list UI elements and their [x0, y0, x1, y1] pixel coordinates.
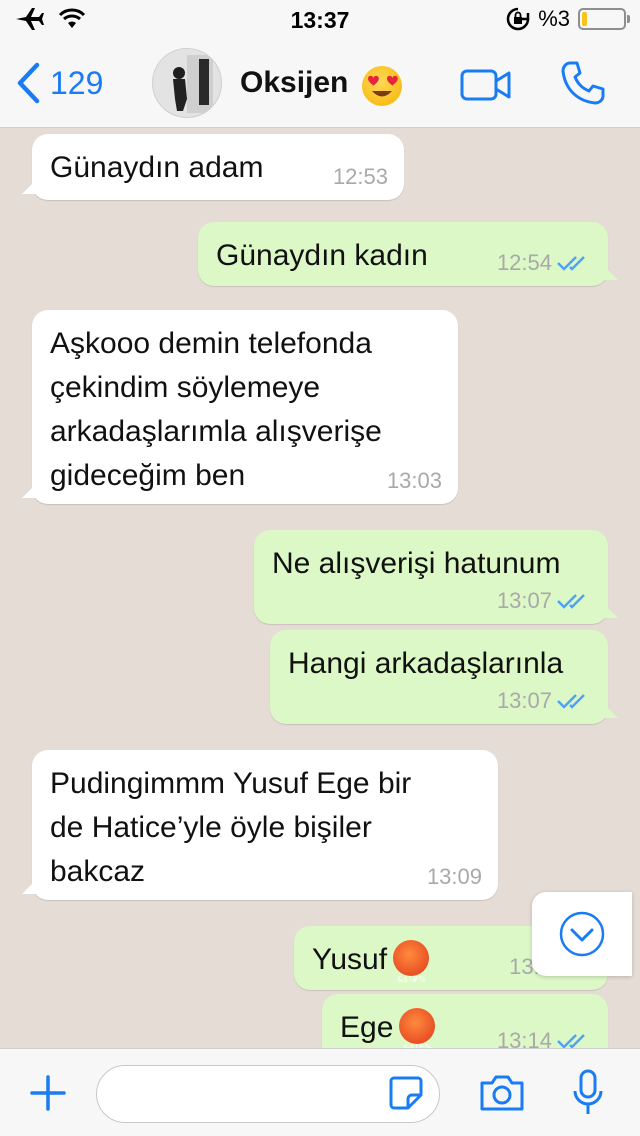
message-incoming[interactable]: Günaydın adam 12:53: [32, 134, 404, 200]
back-button[interactable]: 129: [16, 62, 103, 104]
message-meta: 12:53: [333, 164, 388, 190]
camera-icon[interactable]: [478, 1073, 526, 1113]
status-right: %3: [506, 6, 630, 32]
avatar-photo: [153, 49, 221, 117]
status-bar: 13:37 %3: [0, 0, 640, 40]
message-time: 13:07: [496, 588, 552, 613]
message-meta: 13:07: [497, 688, 592, 714]
message-time: 13:14: [496, 1028, 552, 1048]
message-incoming[interactable]: Pudingimmm Yusuf Ege bir de Hatice’yle ö…: [32, 750, 498, 900]
cursing-face-emoji: [393, 940, 430, 1002]
read-ticks-icon: [557, 594, 585, 609]
message-text: Yusuf: [312, 943, 388, 976]
battery-indicator: [578, 8, 630, 30]
message-text: Pudingimmm Yusuf Ege bir de Hatice’yle ö…: [50, 767, 412, 888]
message-time: 13:09: [426, 864, 482, 889]
heart-eyes-emoji: [362, 66, 402, 106]
microphone-icon[interactable]: [572, 1069, 604, 1117]
message-time: 13:07: [496, 688, 552, 713]
chevron-left-icon: [17, 62, 40, 104]
video-call-icon[interactable]: [460, 68, 512, 102]
battery-fill: [582, 12, 587, 26]
avatar[interactable]: [152, 48, 222, 118]
message-outgoing[interactable]: Günaydın kadın 12:54: [198, 222, 608, 286]
message-text: Aşkooo demin telefonda çekindim söylemey…: [50, 327, 382, 492]
sticker-icon[interactable]: [388, 1075, 424, 1111]
message-time: 12:53: [332, 164, 388, 189]
plus-icon[interactable]: [28, 1073, 68, 1113]
battery-text: %3: [538, 6, 570, 31]
message-meta: 13:14: [497, 1028, 592, 1048]
read-ticks-icon: [557, 694, 585, 709]
message-outgoing[interactable]: Ne alışverişi hatunum 13:07: [254, 530, 608, 624]
read-ticks-icon: [557, 1034, 585, 1048]
message-meta: 12:54: [497, 250, 592, 276]
message-list[interactable]: Günaydın adam 12:53 Günaydın kadın 12:54…: [0, 128, 640, 1048]
message-outgoing[interactable]: Hangi arkadaşlarınla 13:07: [270, 630, 608, 724]
chat-header: 129 Oksijen: [0, 40, 640, 128]
message-text: Hangi arkadaşlarınla: [288, 647, 564, 680]
message-meta: 13:09: [427, 864, 482, 890]
message-text: Ege: [340, 1011, 394, 1044]
input-bar: [0, 1048, 640, 1136]
heart-eyes-icon: [368, 75, 398, 97]
message-incoming[interactable]: Aşkooo demin telefonda çekindim söylemey…: [32, 310, 458, 504]
scroll-down-icon: [559, 911, 605, 957]
unread-count: 129: [50, 64, 104, 101]
read-ticks-icon: [557, 256, 585, 271]
message-outgoing[interactable]: Ege 13:14: [322, 994, 608, 1048]
rotation-lock-icon: [506, 7, 530, 31]
cursing-face-emoji: [399, 1008, 436, 1048]
contact-name[interactable]: Oksijen: [240, 66, 348, 100]
message-time: 12:54: [496, 250, 552, 275]
message-meta: 13:03: [387, 468, 442, 494]
phone-icon[interactable]: [560, 60, 606, 106]
message-meta: 13:07: [497, 588, 592, 614]
message-text: Ne alışverişi hatunum: [272, 547, 561, 580]
message-time: 13:03: [386, 468, 442, 493]
scroll-to-bottom-button[interactable]: [532, 892, 632, 976]
